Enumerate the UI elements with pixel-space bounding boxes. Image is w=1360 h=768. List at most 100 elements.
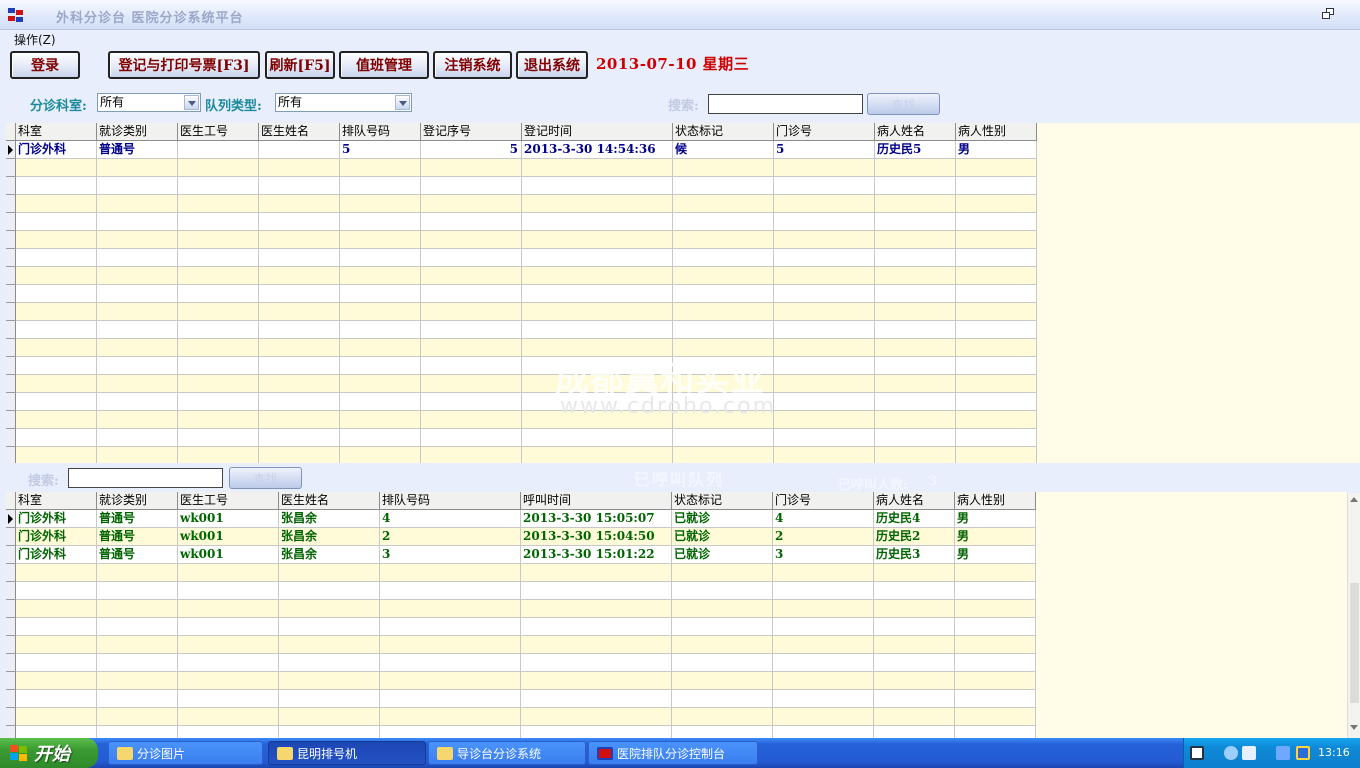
table-cell[interactable] [340, 159, 421, 177]
table-cell[interactable] [421, 267, 522, 285]
column-header[interactable]: 排队号码 [340, 123, 421, 141]
table-cell[interactable]: 张昌余 [279, 510, 380, 528]
row-selector[interactable] [6, 357, 16, 375]
table-cell[interactable] [16, 600, 97, 618]
table-cell[interactable] [97, 582, 178, 600]
table-row[interactable] [16, 357, 1037, 375]
column-header[interactable]: 门诊号 [773, 492, 874, 510]
table-cell[interactable]: 2013-3-30 15:01:22 [521, 546, 672, 564]
table-cell[interactable]: 2 [773, 528, 874, 546]
row-selector[interactable] [6, 546, 16, 564]
table-cell[interactable] [380, 564, 521, 582]
table-cell[interactable] [340, 303, 421, 321]
network-icon[interactable] [1276, 746, 1290, 760]
table-cell[interactable] [279, 708, 380, 726]
table-cell[interactable] [259, 231, 340, 249]
table-cell[interactable] [16, 564, 97, 582]
table-cell[interactable] [178, 654, 279, 672]
table-cell[interactable] [259, 321, 340, 339]
table-cell[interactable] [421, 213, 522, 231]
register-print-button[interactable]: 登记与打印号票[F3] [108, 51, 260, 79]
table-cell[interactable] [522, 213, 673, 231]
table-cell[interactable] [673, 159, 774, 177]
table-cell[interactable] [340, 375, 421, 393]
table-row[interactable] [16, 285, 1037, 303]
login-button[interactable]: 登录 [10, 51, 80, 79]
table-cell[interactable] [956, 249, 1037, 267]
table-cell[interactable] [259, 375, 340, 393]
table-cell[interactable] [340, 285, 421, 303]
restore-window-icon[interactable] [1322, 8, 1336, 20]
table-cell[interactable] [97, 267, 178, 285]
table-cell[interactable] [673, 285, 774, 303]
row-selector[interactable] [6, 177, 16, 195]
table-row[interactable] [16, 393, 1037, 411]
table-cell[interactable] [955, 582, 1036, 600]
row-selector[interactable] [6, 429, 16, 447]
table-cell[interactable] [773, 690, 874, 708]
column-header[interactable]: 排队号码 [380, 492, 521, 510]
table-cell[interactable] [673, 303, 774, 321]
table-cell[interactable] [340, 177, 421, 195]
table-cell[interactable] [773, 708, 874, 726]
table-cell[interactable] [340, 267, 421, 285]
language-icon[interactable] [1242, 746, 1256, 760]
table-cell[interactable] [672, 636, 773, 654]
table-cell[interactable] [874, 672, 955, 690]
table-cell[interactable]: 已就诊 [672, 528, 773, 546]
column-header[interactable]: 病人姓名 [875, 123, 956, 141]
table-cell[interactable] [279, 690, 380, 708]
table-cell[interactable] [875, 375, 956, 393]
table-cell[interactable] [178, 177, 259, 195]
table-cell[interactable] [97, 654, 178, 672]
table-cell[interactable] [178, 690, 279, 708]
table-cell[interactable] [97, 177, 178, 195]
table-cell[interactable] [340, 447, 421, 463]
column-header[interactable]: 登记时间 [522, 123, 673, 141]
query-button[interactable]: 查找 [867, 93, 940, 115]
table-cell[interactable] [955, 708, 1036, 726]
table-cell[interactable] [97, 321, 178, 339]
table-cell[interactable] [97, 429, 178, 447]
table-cell[interactable] [178, 672, 279, 690]
table-row[interactable] [16, 303, 1037, 321]
table-cell[interactable] [178, 618, 279, 636]
table-cell[interactable] [178, 231, 259, 249]
table-cell[interactable] [178, 582, 279, 600]
table-cell[interactable] [522, 159, 673, 177]
table-cell[interactable] [97, 231, 178, 249]
table-cell[interactable] [874, 636, 955, 654]
table-cell[interactable] [956, 321, 1037, 339]
table-cell[interactable] [279, 636, 380, 654]
table-cell[interactable] [672, 582, 773, 600]
table-cell[interactable] [259, 177, 340, 195]
table-cell[interactable] [178, 159, 259, 177]
table-cell[interactable]: 2 [380, 528, 521, 546]
table-cell[interactable] [774, 321, 875, 339]
table-cell[interactable] [16, 357, 97, 375]
table-cell[interactable] [875, 231, 956, 249]
row-selector[interactable] [6, 285, 16, 303]
table-row[interactable] [16, 654, 1036, 672]
table-cell[interactable] [773, 564, 874, 582]
table-cell[interactable] [97, 564, 178, 582]
ime-icon[interactable] [1190, 746, 1204, 760]
table-cell[interactable] [875, 303, 956, 321]
table-cell[interactable]: wk001 [178, 510, 279, 528]
row-selector[interactable] [6, 267, 16, 285]
table-cell[interactable] [421, 159, 522, 177]
table-cell[interactable] [774, 195, 875, 213]
table-cell[interactable] [340, 231, 421, 249]
table-row[interactable] [16, 636, 1036, 654]
table-cell[interactable]: 男 [955, 510, 1036, 528]
table-cell[interactable] [178, 600, 279, 618]
table-cell[interactable] [673, 429, 774, 447]
table-cell[interactable] [956, 159, 1037, 177]
called-query-button[interactable]: 查找 [229, 467, 302, 489]
table-cell[interactable] [875, 357, 956, 375]
table-cell[interactable] [97, 690, 178, 708]
row-selector[interactable] [6, 375, 16, 393]
row-selector[interactable] [6, 339, 16, 357]
column-header[interactable]: 门诊号 [774, 123, 875, 141]
table-cell[interactable] [178, 195, 259, 213]
